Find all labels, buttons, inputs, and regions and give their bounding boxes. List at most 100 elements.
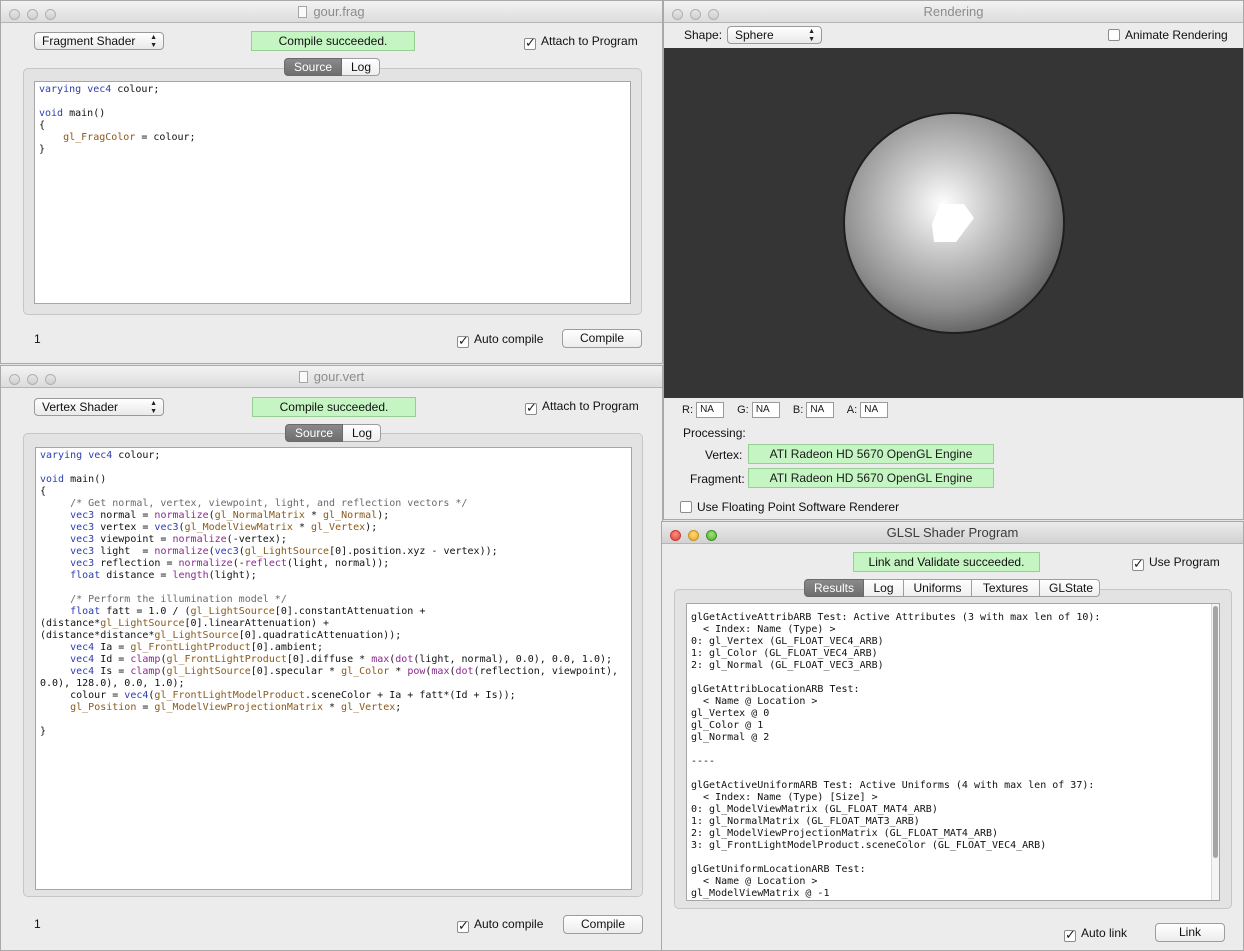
text-line: vec3 normal = normalize(gl_NormalMatrix … xyxy=(70,510,390,521)
attach-to-program-checkbox[interactable]: ✓ Attach to Program xyxy=(525,398,639,416)
text-line xyxy=(40,462,627,474)
close-icon[interactable] xyxy=(9,9,20,20)
fragment-engine: ATI Radeon HD 5670 OpenGL Engine xyxy=(748,468,994,488)
text-line: < Index: Name (Type) [Size] > xyxy=(691,792,878,803)
text-line: 3: gl_FrontLightModelProduct.sceneColor … xyxy=(691,840,1047,851)
title-bar[interactable]: GLSL Shader Program xyxy=(662,522,1243,544)
compile-button[interactable]: Compile xyxy=(563,915,643,934)
tab-log[interactable]: Log xyxy=(343,424,381,442)
r-label: R: xyxy=(682,403,693,416)
title-bar[interactable]: Rendering xyxy=(664,1,1243,23)
text-line: glGetActiveUniformARB Test: Active Unifo… xyxy=(691,780,1095,791)
chevron-updown-icon: ▲ ▼ xyxy=(150,400,157,415)
zoom-icon[interactable] xyxy=(45,9,56,20)
attach-label: Attach to Program xyxy=(542,399,639,413)
shader-type-value: Vertex Shader xyxy=(42,400,119,414)
line-number: 1 xyxy=(34,917,41,931)
minimize-icon[interactable] xyxy=(27,9,38,20)
text-line: glGetAttribLocationARB Test: xyxy=(691,684,860,695)
checkmark-icon: ✓ xyxy=(525,401,537,416)
minimize-icon[interactable] xyxy=(27,374,38,385)
use-program-checkbox[interactable]: ✓ Use Program xyxy=(1132,554,1220,571)
fp-label: Use Floating Point Software Renderer xyxy=(697,500,900,514)
text-line: ---- xyxy=(691,756,716,767)
compile-button[interactable]: Compile xyxy=(562,329,642,348)
b-label: B: xyxy=(792,403,804,416)
text-line: 0: gl_ModelViewMatrix (GL_FLOAT_MAT4_ARB… xyxy=(691,804,938,815)
minimize-icon[interactable] xyxy=(688,530,699,541)
source-code: varying vec4 colour; void main(){ /* Get … xyxy=(36,448,631,740)
text-line: 0: gl_Vertex (GL_FLOAT_VEC4_ARB) xyxy=(691,636,884,647)
text-line: varying vec4 colour; xyxy=(40,450,161,461)
checkmark-icon: ✓ xyxy=(457,919,469,934)
tab-log[interactable]: Log xyxy=(342,58,380,76)
vertex-engine: ATI Radeon HD 5670 OpenGL Engine xyxy=(748,444,994,464)
a-field: NA xyxy=(860,402,889,418)
render-viewport[interactable] xyxy=(664,48,1243,398)
attach-label: Attach to Program xyxy=(541,34,638,48)
text-line: vec3 viewpoint = normalize(-vertex); xyxy=(70,534,287,545)
tab-results[interactable]: Results xyxy=(804,579,864,597)
tab-log[interactable]: Log xyxy=(864,579,904,597)
zoom-icon[interactable] xyxy=(706,530,717,541)
close-icon[interactable] xyxy=(9,374,20,385)
shape-select[interactable]: Sphere ▲ ▼ xyxy=(727,26,822,44)
a-label: A: xyxy=(846,403,858,416)
text-line: (distance*distance*gl_LightSource[0].qua… xyxy=(40,630,402,641)
auto-compile-label: Auto compile xyxy=(474,332,544,346)
zoom-icon[interactable] xyxy=(45,374,56,385)
minimize-icon[interactable] xyxy=(690,9,701,20)
results-text: glGetActiveAttribARB Test: Active Attrib… xyxy=(687,604,1219,900)
animate-label: Animate Rendering xyxy=(1125,28,1228,42)
close-icon[interactable] xyxy=(670,530,681,541)
title-bar[interactable]: gour.frag xyxy=(1,1,662,23)
title-bar[interactable]: gour.vert xyxy=(1,366,662,388)
link-status: Link and Validate succeeded. xyxy=(853,552,1040,572)
text-line: < Name @ Location > xyxy=(691,696,818,707)
vertex-shader-window: gour.vert Vertex Shader ▲ ▼ Compile succe… xyxy=(0,365,663,951)
zoom-icon[interactable] xyxy=(708,9,719,20)
text-line: vec4 Id = clamp(gl_FrontLightProduct[0].… xyxy=(70,654,613,665)
checkmark-icon: ✓ xyxy=(1064,928,1076,943)
shader-type-select[interactable]: Vertex Shader ▲ ▼ xyxy=(34,398,164,416)
text-line: < Name @ Location > xyxy=(691,876,818,887)
checkbox-icon xyxy=(1108,29,1120,41)
source-code: varying vec4 colour; void main(){ gl_Frag… xyxy=(35,82,630,158)
text-line: colour = vec4(gl_FrontLightModelProduct.… xyxy=(40,690,516,701)
shader-type-select[interactable]: Fragment Shader ▲ ▼ xyxy=(34,32,164,50)
scroll-thumb[interactable] xyxy=(1213,606,1218,858)
tab-uniforms[interactable]: Uniforms xyxy=(904,579,972,597)
shape-label: Shape: xyxy=(684,28,723,42)
text-line xyxy=(691,768,1215,780)
text-line xyxy=(691,852,1215,864)
text-line: glGetUniformLocationARB Test: xyxy=(691,864,866,875)
results-scrollbar[interactable] xyxy=(1211,604,1219,900)
floating-point-renderer-checkbox[interactable]: Use Floating Point Software Renderer xyxy=(680,499,899,515)
results-text-view[interactable]: glGetActiveAttribARB Test: Active Attrib… xyxy=(686,603,1220,901)
auto-compile-checkbox[interactable]: ✓ Auto compile xyxy=(457,916,543,934)
fragment-source-editor[interactable]: varying vec4 colour; void main(){ gl_Frag… xyxy=(34,81,631,304)
auto-compile-checkbox[interactable]: ✓ Auto compile xyxy=(457,331,544,348)
close-icon[interactable] xyxy=(672,9,683,20)
fragment-label: Fragment: xyxy=(690,472,745,486)
checkbox-icon xyxy=(680,501,692,513)
tab-source[interactable]: Source xyxy=(285,424,343,442)
animate-rendering-checkbox[interactable]: Animate Rendering xyxy=(1108,27,1228,43)
text-line: 0.0), 128.0), 0.0, 1.0); xyxy=(40,678,185,689)
text-line: vec4 Is = clamp(gl_LightSource[0].specul… xyxy=(70,666,619,677)
text-line: float distance = length(light); xyxy=(70,570,257,581)
tab-textures[interactable]: Textures xyxy=(972,579,1040,597)
text-line: 1: gl_NormalMatrix (GL_FLOAT_MAT3_ARB) xyxy=(691,816,920,827)
shape-value: Sphere xyxy=(735,28,774,42)
text-line: gl_Vertex @ 0 xyxy=(691,708,770,719)
tab-source[interactable]: Source xyxy=(284,58,342,76)
vertex-label: Vertex: xyxy=(705,448,743,462)
attach-to-program-checkbox[interactable]: ✓ Attach to Program xyxy=(524,33,638,50)
vertex-source-editor[interactable]: varying vec4 colour; void main(){ /* Get … xyxy=(35,447,632,890)
auto-link-checkbox[interactable]: ✓ Auto link xyxy=(1064,925,1127,943)
rgba-row: R: NA G: NA B: NA A: NA xyxy=(682,402,889,418)
link-button[interactable]: Link xyxy=(1155,923,1225,942)
window-title: gour.vert xyxy=(313,369,365,384)
tab-glstate[interactable]: GLState xyxy=(1040,579,1100,597)
text-line xyxy=(40,714,627,726)
